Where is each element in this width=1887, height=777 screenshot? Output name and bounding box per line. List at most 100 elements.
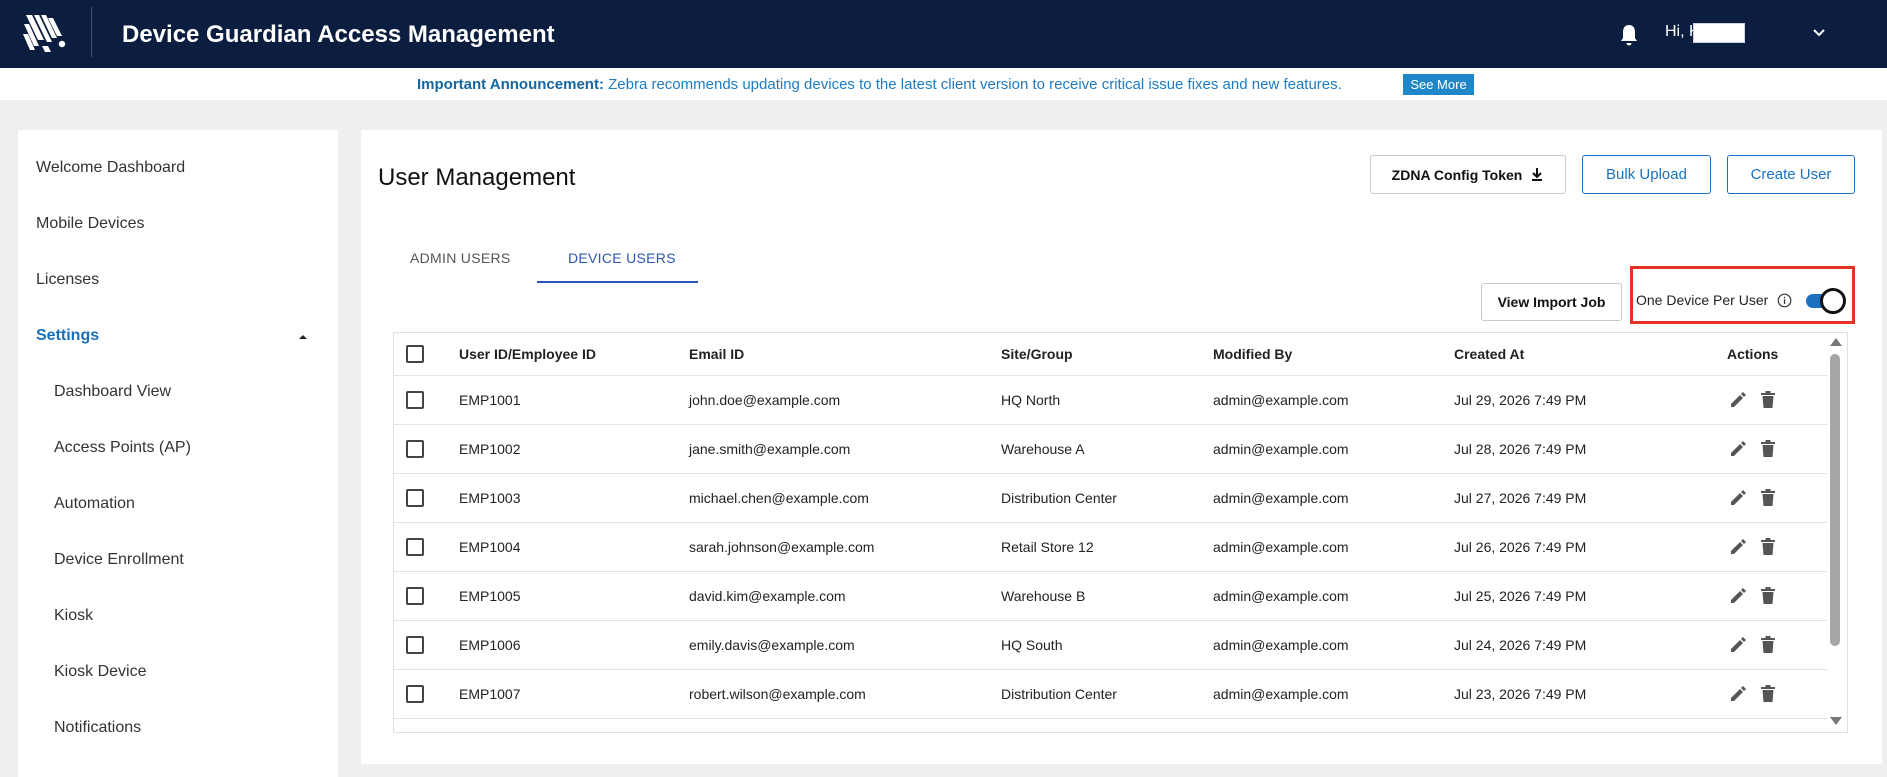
cell-created-at: Jul 27, 2026 7:49 PM <box>1454 490 1587 506</box>
sidebar-item-settings[interactable]: Settings <box>36 327 99 345</box>
header-divider <box>91 7 92 57</box>
cell-user-id: EMP1001 <box>459 392 521 408</box>
column-header-user-id[interactable]: User ID/Employee ID <box>459 346 596 362</box>
view-import-job-button[interactable]: View Import Job <box>1481 283 1622 321</box>
app-title: Device Guardian Access Management <box>122 21 555 48</box>
scroll-thumb[interactable] <box>1830 354 1840 646</box>
edit-icon[interactable] <box>1729 440 1747 458</box>
column-header-modified-by[interactable]: Modified By <box>1213 346 1292 362</box>
zdna-button-label: ZDNA Config Token <box>1391 166 1523 183</box>
main-panel: User Management ZDNA Config Token Bulk U… <box>361 130 1882 764</box>
cell-user-id: EMP1002 <box>459 441 521 457</box>
delete-icon[interactable] <box>1760 587 1776 605</box>
tab-device-users[interactable]: DEVICE USERS <box>568 250 676 266</box>
cell-created-at: Jul 26, 2026 7:49 PM <box>1454 539 1587 555</box>
announcement-lead: Important Announcement: <box>417 76 604 93</box>
column-header-created-at[interactable]: Created At <box>1454 346 1524 362</box>
edit-icon[interactable] <box>1729 489 1747 507</box>
cell-created-at: Jul 24, 2026 7:49 PM <box>1454 637 1587 653</box>
bell-icon[interactable] <box>1618 23 1640 47</box>
tab-admin-users[interactable]: ADMIN USERS <box>410 250 511 266</box>
column-header-site[interactable]: Site/Group <box>1001 346 1073 362</box>
zebra-logo[interactable] <box>22 12 72 58</box>
row-checkbox[interactable] <box>406 636 424 654</box>
one-device-per-user-toggle[interactable] <box>1806 288 1846 314</box>
sidebar-item-licenses[interactable]: Licenses <box>36 271 99 289</box>
select-all-checkbox[interactable] <box>406 345 424 363</box>
table-row: EMP1005 david.kim@example.com Warehouse … <box>394 572 1827 621</box>
cell-created-at: Jul 23, 2026 7:49 PM <box>1454 686 1587 702</box>
cell-site: Warehouse A <box>1001 441 1085 457</box>
table-header: User ID/Employee ID Email ID Site/Group … <box>394 333 1827 376</box>
cell-site: HQ North <box>1001 392 1061 408</box>
edit-icon[interactable] <box>1729 391 1747 409</box>
table-row: EMP1002 jane.smith@example.com Warehouse… <box>394 425 1827 474</box>
delete-icon[interactable] <box>1760 636 1776 654</box>
cell-site: HQ South <box>1001 637 1063 653</box>
create-user-button[interactable]: Create User <box>1727 155 1855 194</box>
sidebar-item-automation[interactable]: Automation <box>54 495 135 513</box>
row-checkbox[interactable] <box>406 440 424 458</box>
cell-site: Distribution Center <box>1001 490 1117 506</box>
sidebar-item-mobile-devices[interactable]: Mobile Devices <box>36 215 144 233</box>
cell-user-id: EMP1003 <box>459 490 521 506</box>
row-checkbox[interactable] <box>406 538 424 556</box>
cell-modified-by: admin@example.com <box>1213 588 1349 604</box>
cell-modified-by: admin@example.com <box>1213 490 1349 506</box>
sidebar-item-welcome-dashboard[interactable]: Welcome Dashboard <box>36 159 185 177</box>
sidebar-item-dashboard-view[interactable]: Dashboard View <box>54 383 171 401</box>
sidebar: Welcome Dashboard Mobile Devices License… <box>18 130 338 777</box>
cell-user-id: EMP1006 <box>459 637 521 653</box>
cell-email: david.kim@example.com <box>689 588 846 604</box>
row-checkbox[interactable] <box>406 587 424 605</box>
table-row: EMP1006 emily.davis@example.com HQ South… <box>394 621 1827 670</box>
delete-icon[interactable] <box>1760 538 1776 556</box>
scroll-up-arrow[interactable] <box>1830 338 1842 346</box>
row-checkbox[interactable] <box>406 685 424 703</box>
see-more-button[interactable]: See More <box>1403 74 1474 95</box>
column-header-actions: Actions <box>1727 346 1779 362</box>
collapse-caret-icon[interactable] <box>298 333 308 341</box>
delete-icon[interactable] <box>1760 440 1776 458</box>
cell-user-id: EMP1004 <box>459 539 521 555</box>
cell-email: sarah.johnson@example.com <box>689 539 875 555</box>
edit-icon[interactable] <box>1729 685 1747 703</box>
table-row: EMP1004 sarah.johnson@example.com Retail… <box>394 523 1827 572</box>
page-title: User Management <box>378 164 576 191</box>
edit-icon[interactable] <box>1729 636 1747 654</box>
cell-modified-by: admin@example.com <box>1213 441 1349 457</box>
column-header-email[interactable]: Email ID <box>689 346 744 362</box>
cell-site: Retail Store 12 <box>1001 539 1094 555</box>
active-tab-indicator <box>537 281 698 283</box>
cell-created-at: Jul 25, 2026 7:49 PM <box>1454 588 1587 604</box>
row-checkbox[interactable] <box>406 391 424 409</box>
delete-icon[interactable] <box>1760 685 1776 703</box>
download-icon <box>1532 167 1543 181</box>
row-checkbox[interactable] <box>406 489 424 507</box>
one-device-per-user-label: One Device Per User <box>1636 292 1769 308</box>
device-users-table: User ID/Employee ID Email ID Site/Group … <box>393 332 1848 733</box>
chevron-down-icon[interactable] <box>1810 24 1828 42</box>
sidebar-item-notifications[interactable]: Notifications <box>54 719 141 737</box>
sidebar-item-device-enrollment[interactable]: Device Enrollment <box>54 551 184 569</box>
sidebar-item-kiosk[interactable]: Kiosk <box>54 607 93 625</box>
cell-email: john.doe@example.com <box>689 392 841 408</box>
edit-icon[interactable] <box>1729 587 1747 605</box>
scroll-down-arrow[interactable] <box>1830 717 1842 725</box>
cell-created-at: Jul 29, 2026 7:49 PM <box>1454 392 1587 408</box>
delete-icon[interactable] <box>1760 391 1776 409</box>
info-icon[interactable] <box>1777 293 1792 308</box>
sidebar-item-access-points[interactable]: Access Points (AP) <box>54 439 191 457</box>
sidebar-item-kiosk-device[interactable]: Kiosk Device <box>54 663 146 681</box>
table-row: EMP1003 michael.chen@example.com Distrib… <box>394 474 1827 523</box>
cell-created-at: Jul 28, 2026 7:49 PM <box>1454 441 1587 457</box>
edit-icon[interactable] <box>1729 538 1747 556</box>
bulk-upload-button[interactable]: Bulk Upload <box>1582 155 1711 194</box>
announcement-bar: Important Announcement: Zebra recommends… <box>0 68 1887 100</box>
delete-icon[interactable] <box>1760 489 1776 507</box>
zdna-config-token-button[interactable]: ZDNA Config Token <box>1370 155 1566 194</box>
cell-email: emily.davis@example.com <box>689 637 855 653</box>
cell-modified-by: admin@example.com <box>1213 686 1349 702</box>
cell-user-id: EMP1005 <box>459 588 521 604</box>
table-row: EMP1001 john.doe@example.com HQ North ad… <box>394 376 1827 425</box>
